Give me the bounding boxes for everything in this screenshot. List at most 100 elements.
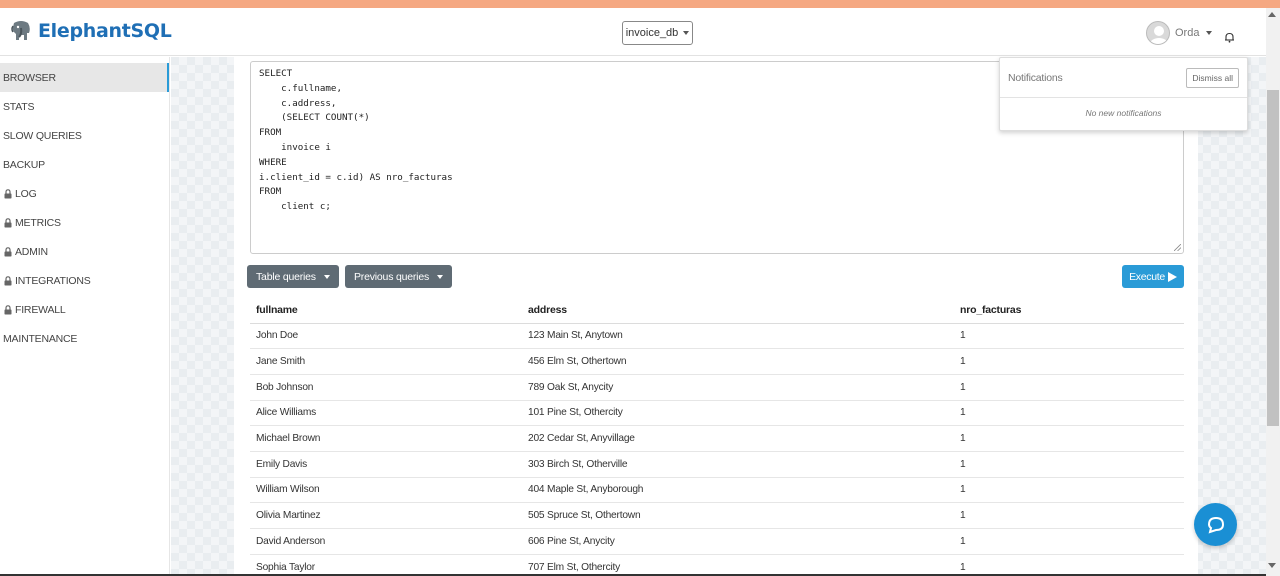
previous-queries-label: Previous queries bbox=[354, 270, 430, 283]
sidebar-item-admin[interactable]: ADMIN bbox=[0, 237, 169, 266]
table-cell-address: 101 Pine St, Othercity bbox=[522, 400, 954, 427]
sidebar-item-metrics[interactable]: METRICS bbox=[0, 208, 169, 237]
table-cell-nro_facturas: 1 bbox=[954, 528, 1184, 555]
table-cell-fullname: Emily Davis bbox=[250, 451, 522, 478]
sidebar-item-maintenance[interactable]: MAINTENANCE bbox=[0, 324, 169, 353]
table-queries-button[interactable]: Table queries bbox=[247, 265, 339, 288]
lock-icon bbox=[4, 275, 12, 285]
table-row: David Anderson 606 Pine St, Anycity 1 bbox=[250, 528, 1184, 555]
lock-icon bbox=[4, 217, 12, 227]
table-cell-nro_facturas: 1 bbox=[954, 554, 1184, 576]
chat-support-button[interactable] bbox=[1194, 503, 1237, 546]
sidebar-item-label: INTEGRATIONS bbox=[15, 274, 91, 287]
column-header-fullname[interactable]: fullname bbox=[250, 298, 522, 324]
sidebar-item-label: BROWSER bbox=[3, 71, 56, 84]
table-cell-address: 456 Elm St, Othertown bbox=[522, 348, 954, 375]
sidebar-item-browser[interactable]: BROWSER bbox=[0, 63, 169, 92]
top-accent-stripe bbox=[0, 0, 1280, 8]
table-row: Bob Johnson 789 Oak St, Anycity 1 bbox=[250, 374, 1184, 401]
sidebar-item-slow-queries[interactable]: SLOW QUERIES bbox=[0, 121, 169, 150]
chat-bubble-icon bbox=[1207, 516, 1224, 534]
table-row: Olivia Martinez 505 Spruce St, Othertown 1 bbox=[250, 502, 1184, 529]
sidebar-item-label: STATS bbox=[3, 100, 35, 113]
table-cell-nro_facturas: 1 bbox=[954, 374, 1184, 401]
play-icon bbox=[1167, 271, 1177, 282]
sidebar-item-stats[interactable]: STATS bbox=[0, 92, 169, 121]
scroll-up-arrow-icon[interactable] bbox=[1268, 12, 1276, 17]
avatar bbox=[1146, 21, 1170, 45]
table-row: John Doe 123 Main St, Anytown 1 bbox=[250, 323, 1184, 350]
table-cell-fullname: William Wilson bbox=[250, 477, 522, 504]
table-cell-address: 303 Birch St, Otherville bbox=[522, 451, 954, 478]
dismiss-all-button[interactable]: Dismiss all bbox=[1186, 67, 1239, 88]
table-cell-address: 789 Oak St, Anycity bbox=[522, 374, 954, 401]
sidebar-item-label: SLOW QUERIES bbox=[3, 129, 82, 142]
table-cell-nro_facturas: 1 bbox=[954, 400, 1184, 427]
resize-handle-icon[interactable] bbox=[1174, 244, 1181, 251]
app-logo[interactable]: ElephantSQL bbox=[10, 20, 172, 42]
table-cell-fullname: David Anderson bbox=[250, 528, 522, 555]
scroll-down-arrow-icon[interactable] bbox=[1268, 563, 1276, 568]
database-name: invoice_db bbox=[625, 27, 679, 39]
table-row: Sophia Taylor 707 Elm St, Othercity 1 bbox=[250, 554, 1184, 576]
top-bar: ElephantSQL invoice_db Orda bbox=[0, 8, 1266, 56]
column-header-address[interactable]: address bbox=[522, 298, 954, 324]
table-cell-nro_facturas: 1 bbox=[954, 348, 1184, 375]
execute-label: Execute bbox=[1129, 270, 1165, 283]
app-name: ElephantSQL bbox=[38, 20, 172, 42]
chevron-down-icon bbox=[437, 274, 444, 279]
table-cell-fullname: Jane Smith bbox=[250, 348, 522, 375]
table-cell-nro_facturas: 1 bbox=[954, 477, 1184, 504]
table-row: Michael Brown 202 Cedar St, Anyvillage 1 bbox=[250, 425, 1184, 452]
table-cell-fullname: John Doe bbox=[250, 323, 522, 350]
table-cell-address: 202 Cedar St, Anyvillage bbox=[522, 425, 954, 452]
notifications-dropdown: Notifications Dismiss all No new notific… bbox=[999, 57, 1248, 131]
table-cell-address: 123 Main St, Anytown bbox=[522, 323, 954, 350]
sidebar-item-integrations[interactable]: INTEGRATIONS bbox=[0, 266, 169, 295]
table-cell-nro_facturas: 1 bbox=[954, 502, 1184, 529]
notifications-title: Notifications bbox=[1008, 71, 1063, 84]
table-cell-address: 707 Elm St, Othercity bbox=[522, 554, 954, 576]
no-notifications-text: No new notifications bbox=[1085, 108, 1162, 118]
table-cell-nro_facturas: 1 bbox=[954, 425, 1184, 452]
table-cell-nro_facturas: 1 bbox=[954, 323, 1184, 350]
sidebar-item-label: ADMIN bbox=[15, 245, 48, 258]
sidebar-menu: BROWSER STATS SLOW QUERIES BACKUP LOG METRICS… bbox=[0, 63, 169, 353]
sidebar-item-label: LOG bbox=[15, 187, 37, 200]
user-menu[interactable]: Orda bbox=[1146, 21, 1213, 45]
table-row: Jane Smith 456 Elm St, Othertown 1 bbox=[250, 348, 1184, 375]
sidebar-item-label: FIREWALL bbox=[15, 303, 66, 316]
sidebar-item-backup[interactable]: BACKUP bbox=[0, 150, 169, 179]
chevron-down-icon bbox=[1206, 31, 1213, 35]
sidebar: BROWSER STATS SLOW QUERIES BACKUP LOG METRICS… bbox=[0, 57, 170, 576]
table-header-row: fullname address nro_facturas bbox=[250, 298, 1184, 324]
table-row: Alice Williams 101 Pine St, Othercity 1 bbox=[250, 400, 1184, 427]
chevron-down-icon bbox=[683, 31, 690, 35]
table-cell-address: 404 Maple St, Anyborough bbox=[522, 477, 954, 504]
table-cell-address: 606 Pine St, Anycity bbox=[522, 528, 954, 555]
table-cell-address: 505 Spruce St, Othertown bbox=[522, 502, 954, 529]
execute-button[interactable]: Execute bbox=[1122, 265, 1184, 288]
database-selector[interactable]: invoice_db bbox=[622, 21, 693, 45]
table-row: William Wilson 404 Maple St, Anyborough 1 bbox=[250, 477, 1184, 504]
scrollbar-thumb[interactable] bbox=[1267, 90, 1279, 426]
sidebar-item-label: METRICS bbox=[15, 216, 61, 229]
lock-icon bbox=[4, 188, 12, 198]
previous-queries-button[interactable]: Previous queries bbox=[345, 265, 453, 288]
sidebar-item-log[interactable]: LOG bbox=[0, 179, 169, 208]
chevron-down-icon bbox=[323, 274, 330, 279]
table-cell-nro_facturas: 1 bbox=[954, 451, 1184, 478]
table-queries-label: Table queries bbox=[256, 270, 316, 283]
bell-icon[interactable] bbox=[1224, 32, 1235, 43]
table-row: Emily Davis 303 Birch St, Otherville 1 bbox=[250, 451, 1184, 478]
sidebar-item-label: MAINTENANCE bbox=[3, 332, 78, 345]
table-cell-fullname: Olivia Martinez bbox=[250, 502, 522, 529]
user-name: Orda bbox=[1175, 27, 1200, 39]
table-cell-fullname: Michael Brown bbox=[250, 425, 522, 452]
sidebar-item-firewall[interactable]: FIREWALL bbox=[0, 295, 169, 324]
results-table: fullname address nro_facturas John Doe 123 … bbox=[250, 298, 1184, 576]
sidebar-item-label: BACKUP bbox=[3, 158, 45, 171]
lock-icon bbox=[4, 304, 12, 314]
table-cell-fullname: Alice Williams bbox=[250, 400, 522, 427]
column-header-nro_facturas[interactable]: nro_facturas bbox=[954, 298, 1184, 324]
